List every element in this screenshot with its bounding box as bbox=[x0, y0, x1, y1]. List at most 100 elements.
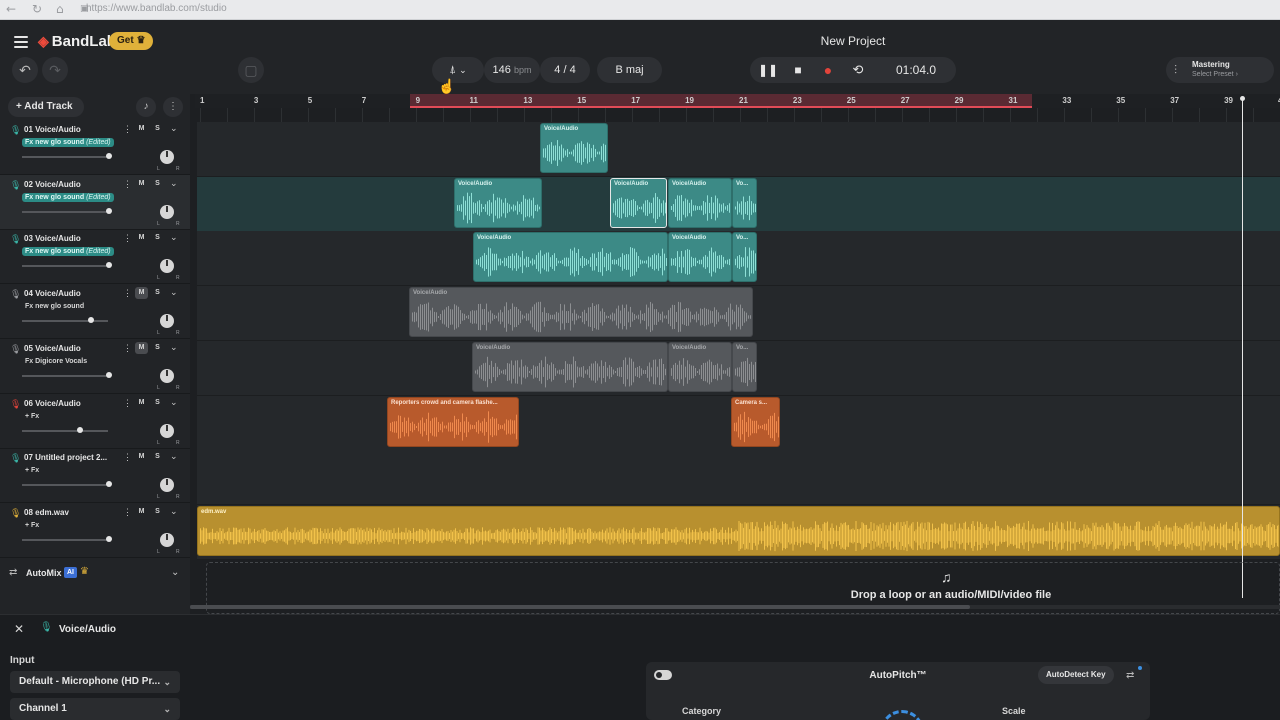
audio-clip[interactable]: Vo... bbox=[732, 232, 757, 283]
mute-button[interactable]: M bbox=[135, 506, 148, 518]
pan-knob[interactable] bbox=[160, 478, 174, 493]
tempo-field[interactable]: 146 bpm bbox=[484, 57, 540, 83]
fx-chip[interactable]: Fx new glo sound (Edited) bbox=[22, 138, 114, 147]
track-header[interactable]: 🎙 04 Voice/Audio Fx new glo sound ⋮ M S ⌄ L R bbox=[0, 284, 190, 340]
volume-slider[interactable] bbox=[22, 156, 108, 158]
volume-slider[interactable] bbox=[22, 484, 108, 487]
solo-button[interactable]: S bbox=[151, 342, 164, 354]
stop-icon[interactable]: ■ bbox=[788, 57, 808, 83]
pan-knob[interactable] bbox=[160, 532, 174, 547]
audio-clip[interactable]: edm.wav bbox=[197, 505, 1280, 556]
add-track-button[interactable]: + Add Track bbox=[8, 97, 84, 117]
audio-clip[interactable]: Reporters crowd and camera flashe... bbox=[387, 396, 519, 447]
mute-button[interactable]: M bbox=[135, 397, 148, 409]
volume-slider-handle[interactable] bbox=[88, 317, 94, 324]
channel-select[interactable]: Channel 1 ⌄ bbox=[10, 698, 180, 720]
more-options-icon[interactable]: ⋮ bbox=[123, 124, 132, 135]
audio-clip[interactable]: Voice/Audio bbox=[668, 341, 732, 392]
chevron-down-icon[interactable]: ⌄ bbox=[171, 567, 179, 578]
audio-clip[interactable]: Voice/Audio bbox=[454, 177, 542, 228]
settings-icon[interactable]: ⇄ bbox=[1126, 670, 1134, 681]
audio-clip[interactable]: Voice/Audio bbox=[472, 341, 668, 392]
fx-chip[interactable]: Fx new glo sound bbox=[22, 302, 87, 311]
track-name[interactable]: 07 Untitled project 2... bbox=[24, 453, 107, 462]
horizontal-scrollbar[interactable] bbox=[190, 605, 970, 609]
home-icon[interactable]: ⌂ bbox=[56, 2, 64, 16]
audio-clip[interactable]: Vo... bbox=[732, 341, 757, 392]
mute-button[interactable]: M bbox=[135, 232, 148, 244]
track-header[interactable]: 🎙 05 Voice/Audio Fx Digicore Vocals ⋮ M S ⌄ L R bbox=[0, 339, 190, 394]
volume-slider[interactable] bbox=[22, 374, 108, 377]
volume-slider-handle[interactable] bbox=[77, 426, 83, 433]
track-name[interactable]: 01 Voice/Audio bbox=[24, 125, 81, 134]
volume-slider[interactable] bbox=[22, 320, 108, 323]
volume-slider[interactable] bbox=[22, 210, 108, 213]
project-title[interactable]: New Project bbox=[0, 34, 1280, 48]
track-header[interactable]: 🎙 01 Voice/Audio Fx new glo sound (Edited)… bbox=[0, 120, 190, 175]
chevron-down-icon[interactable]: ⌄ bbox=[170, 451, 178, 462]
chevron-down-icon[interactable]: ⌄ bbox=[170, 397, 178, 408]
mute-button[interactable]: M bbox=[135, 287, 148, 300]
redo-button[interactable]: ↷ bbox=[42, 57, 68, 83]
audio-clip[interactable]: Voice/Audio bbox=[409, 287, 753, 338]
key-field[interactable]: B maj bbox=[597, 57, 662, 83]
pan-knob[interactable] bbox=[160, 423, 174, 438]
volume-slider-handle[interactable] bbox=[106, 207, 112, 214]
microphone-icon[interactable]: 🎙 bbox=[10, 344, 21, 355]
audio-clip[interactable]: Vo... bbox=[732, 177, 757, 228]
pan-knob[interactable] bbox=[160, 204, 174, 219]
volume-slider-handle[interactable] bbox=[106, 535, 112, 542]
audio-clip[interactable]: Camera s... bbox=[731, 396, 780, 447]
more-options-icon[interactable]: ⋮ bbox=[123, 179, 132, 190]
playhead[interactable] bbox=[1242, 98, 1243, 598]
microphone-icon[interactable]: 🎙 bbox=[10, 453, 21, 464]
solo-button[interactable]: S bbox=[151, 178, 164, 190]
loop-region[interactable] bbox=[410, 94, 1032, 108]
audio-clip[interactable]: Voice/Audio bbox=[610, 177, 667, 228]
track-name[interactable]: 02 Voice/Audio bbox=[24, 180, 81, 189]
pan-knob[interactable] bbox=[160, 314, 174, 329]
chevron-down-icon[interactable]: ⌄ bbox=[170, 123, 178, 134]
microphone-icon[interactable]: 🎙 bbox=[10, 180, 21, 191]
autodetect-key-button[interactable]: AutoDetect Key bbox=[1038, 666, 1114, 684]
track-settings-button[interactable]: ⋮ bbox=[163, 97, 183, 117]
input-device-select[interactable]: Default - Microphone (HD Pr... ⌄ bbox=[10, 671, 180, 693]
chevron-down-icon[interactable]: ⌄ bbox=[170, 506, 178, 517]
more-options-icon[interactable]: ⋮ bbox=[123, 343, 132, 354]
track-name[interactable]: 04 Voice/Audio bbox=[24, 289, 81, 298]
track-header[interactable]: 🎙 08 edm.wav + Fx ⋮ M S ⌄ L R bbox=[0, 503, 190, 558]
pan-knob[interactable] bbox=[160, 259, 174, 274]
tuner-button[interactable]: ♪ bbox=[136, 97, 156, 117]
solo-button[interactable]: S bbox=[151, 232, 164, 244]
fx-chip[interactable]: Fx new glo sound (Edited) bbox=[22, 247, 114, 257]
solo-button[interactable]: S bbox=[151, 451, 164, 463]
volume-slider[interactable] bbox=[22, 429, 108, 432]
tool-button[interactable]: ▢ bbox=[238, 57, 264, 83]
track-header[interactable]: 🎙 06 Voice/Audio + Fx ⋮ M S ⌄ L R bbox=[0, 394, 190, 449]
track-header[interactable]: 🎙 02 Voice/Audio Fx new glo sound (Edited)… bbox=[0, 174, 190, 230]
audio-clip[interactable]: Voice/Audio bbox=[668, 177, 732, 228]
audio-clip[interactable]: Voice/Audio bbox=[540, 123, 608, 173]
chevron-down-icon[interactable]: ⌄ bbox=[170, 232, 178, 243]
audio-clip[interactable]: Voice/Audio bbox=[473, 232, 668, 283]
fx-chip[interactable]: Fx Digicore Vocals bbox=[22, 357, 90, 366]
volume-slider[interactable] bbox=[22, 265, 108, 268]
back-arrow-icon[interactable]: ← bbox=[6, 2, 16, 16]
chevron-down-icon[interactable]: ⌄ bbox=[170, 287, 178, 298]
volume-slider-handle[interactable] bbox=[106, 371, 112, 378]
fx-chip[interactable]: + Fx bbox=[22, 521, 42, 530]
microphone-icon[interactable]: 🎙 bbox=[10, 508, 21, 519]
more-options-icon[interactable]: ⋮ bbox=[123, 288, 132, 299]
more-options-icon[interactable]: ⋮ bbox=[123, 452, 132, 463]
solo-button[interactable]: S bbox=[151, 123, 164, 135]
track-lane[interactable] bbox=[197, 450, 1280, 506]
track-name[interactable]: 03 Voice/Audio bbox=[24, 234, 81, 243]
more-options-icon[interactable]: ⋮ bbox=[123, 507, 132, 518]
volume-slider-handle[interactable] bbox=[106, 262, 112, 269]
mute-button[interactable]: M bbox=[135, 178, 148, 190]
solo-button[interactable]: S bbox=[151, 506, 164, 518]
pan-knob[interactable] bbox=[160, 150, 174, 164]
record-icon[interactable]: ● bbox=[818, 57, 838, 83]
more-options-icon[interactable]: ⋮ bbox=[123, 233, 132, 244]
pan-knob[interactable] bbox=[160, 368, 174, 383]
